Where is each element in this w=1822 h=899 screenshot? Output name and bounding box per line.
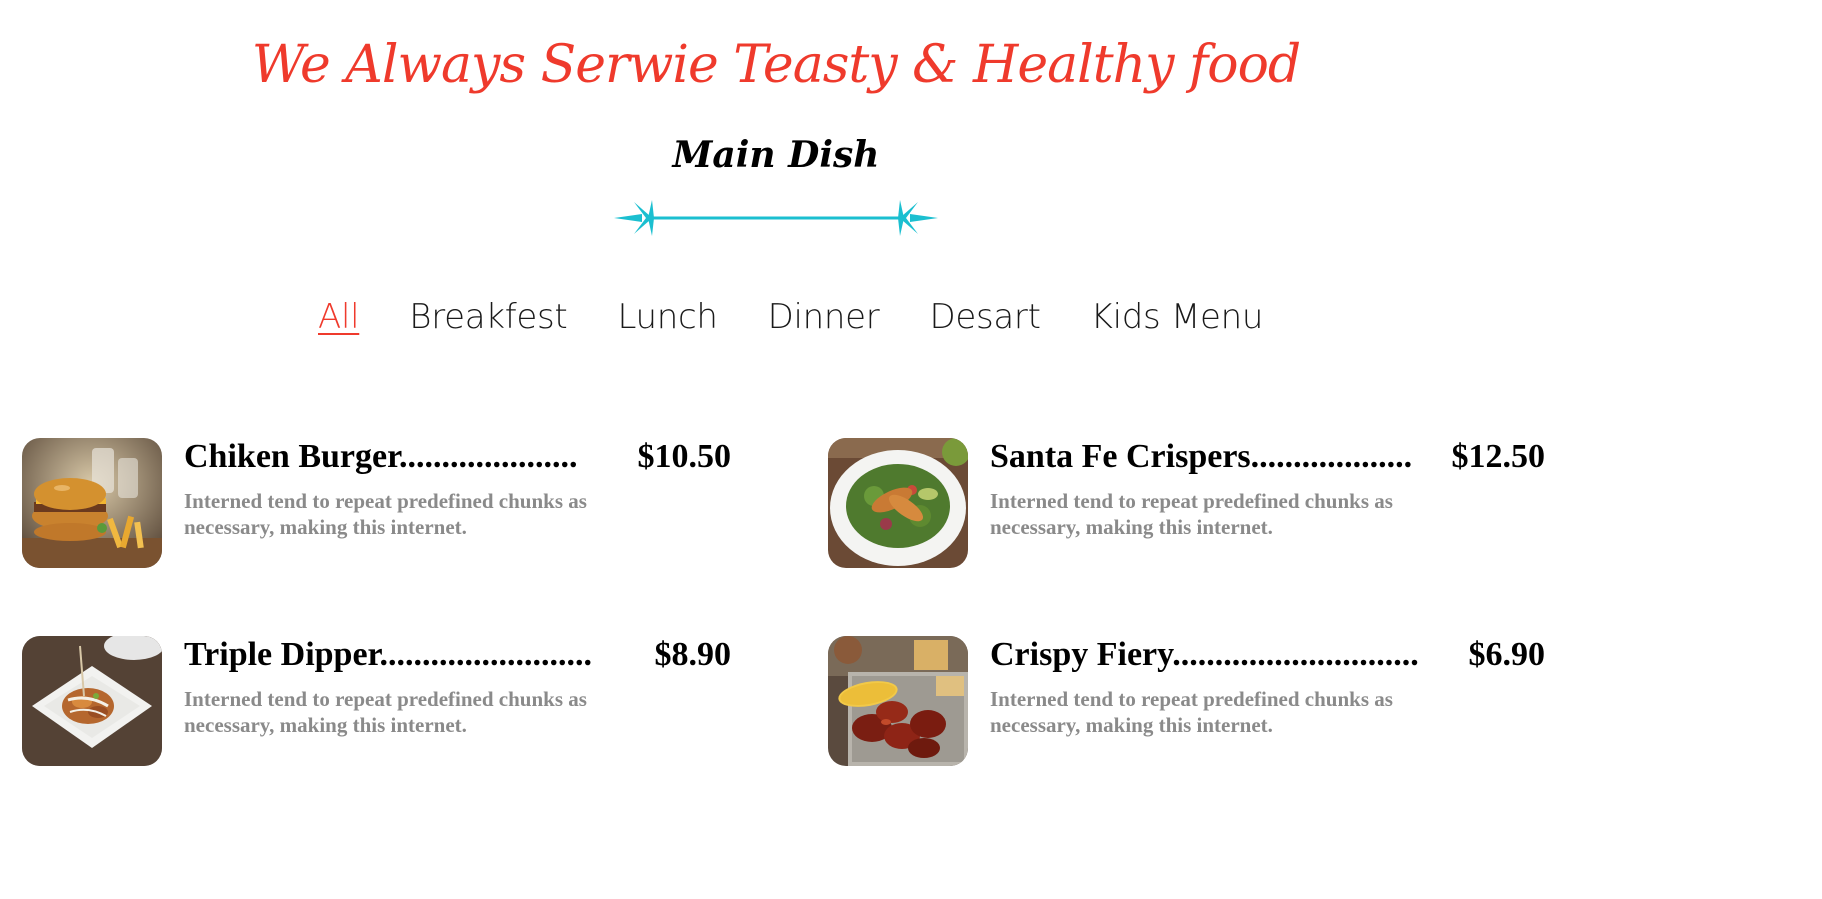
menu-item[interactable]: Santa Fe Crispers................... $12… (828, 438, 1545, 568)
item-price: $12.50 (1451, 438, 1546, 475)
menu-item[interactable]: Chiken Burger..................... $10.5… (22, 438, 731, 568)
item-price: $6.90 (1468, 636, 1546, 673)
crispy-chicken-salad-photo (828, 438, 968, 568)
menu-filter-tabs: All Breakfest Lunch Dinner Desart Kids M… (318, 292, 1263, 342)
tab-dinner[interactable]: Dinner (768, 294, 880, 340)
item-description: Interned tend to repeat predefined chunk… (990, 687, 1393, 737)
chicken-skewers-plate-photo (22, 636, 162, 766)
right-ornament-icon (898, 200, 938, 236)
tab-breakfest[interactable]: Breakfest (409, 294, 567, 340)
ornamental-divider (614, 200, 938, 236)
menu-item[interactable]: Triple Dipper......................... $… (22, 636, 731, 766)
item-price: $10.50 (637, 438, 732, 475)
menu-item[interactable]: Crispy Fiery............................… (828, 636, 1545, 766)
item-price: $8.90 (654, 636, 732, 673)
fiery-wings-corn-photo (828, 636, 968, 766)
tab-all[interactable]: All (318, 294, 360, 340)
section-title: Main Dish (672, 134, 880, 176)
item-name: Santa Fe Crispers................... (990, 438, 1413, 475)
item-name: Crispy Fiery............................… (990, 636, 1419, 673)
item-name: Chiken Burger..................... (184, 438, 578, 475)
item-description: Interned tend to repeat predefined chunk… (990, 489, 1393, 539)
tab-lunch[interactable]: Lunch (617, 294, 717, 340)
left-ornament-icon (614, 200, 654, 236)
item-description: Interned tend to repeat predefined chunk… (184, 489, 587, 539)
item-name: Triple Dipper......................... (184, 636, 593, 673)
tagline-heading: We Always Serwie Teasty & Healthy food (251, 35, 1301, 95)
tab-desart[interactable]: Desart (929, 294, 1040, 340)
tab-kids-menu[interactable]: Kids Menu (1091, 294, 1264, 340)
burger-with-fries-photo (22, 438, 162, 568)
item-description: Interned tend to repeat predefined chunk… (184, 687, 587, 737)
